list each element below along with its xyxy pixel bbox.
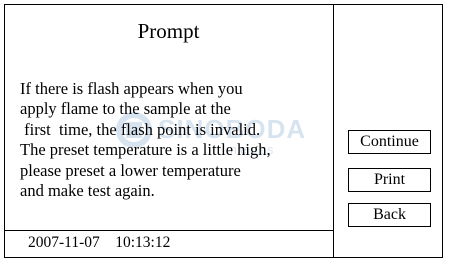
status-bar: 2007-11-07 10:13:12 [28,234,170,252]
print-button[interactable]: Print [348,168,431,192]
prompt-message: If there is flash appears when you apply… [20,79,271,201]
status-divider [4,230,334,231]
status-date: 2007-11-07 [28,234,100,251]
dialog-title: Prompt [137,19,200,43]
continue-button[interactable]: Continue [348,130,431,154]
back-button[interactable]: Back [348,203,431,227]
column-divider [333,4,334,258]
status-time: 10:13:12 [115,234,171,251]
